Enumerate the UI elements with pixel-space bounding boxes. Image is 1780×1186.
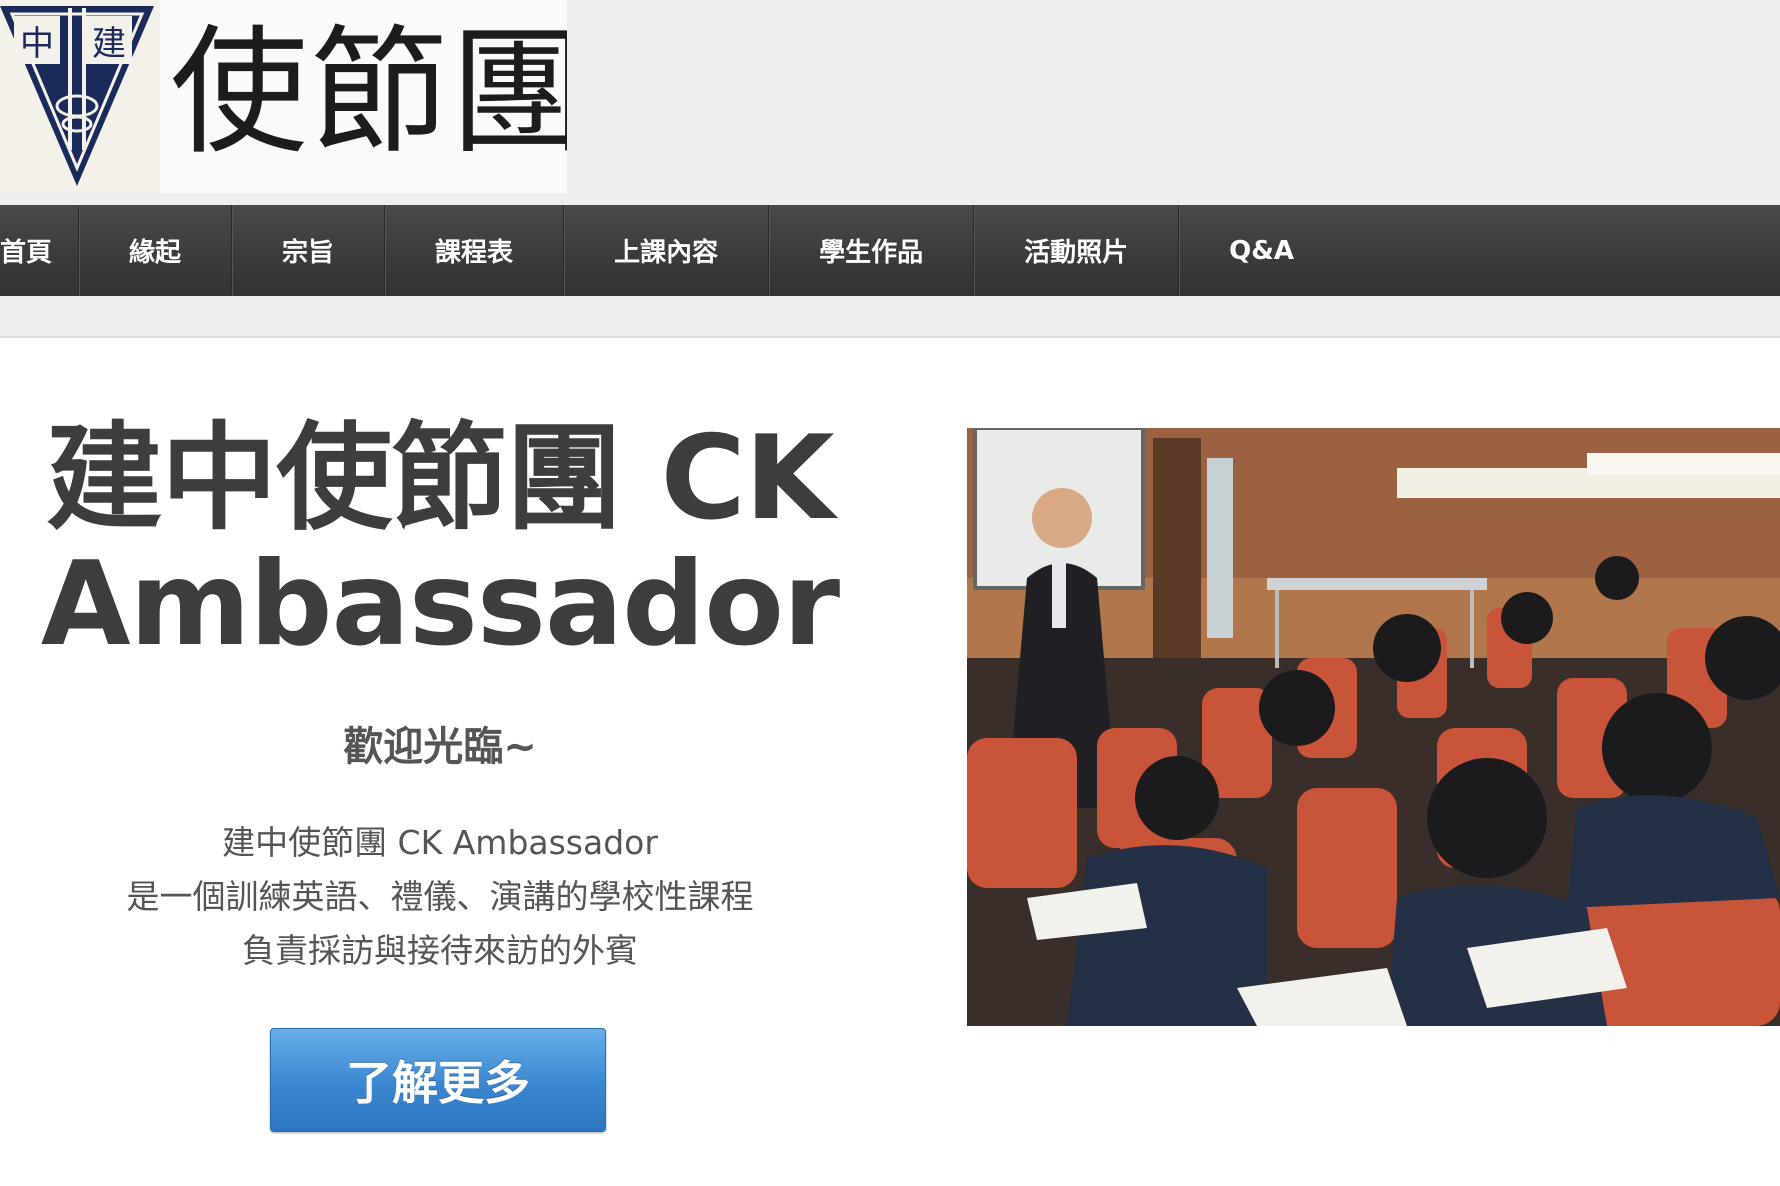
hero-title-line1: 建中使節團 CK [46, 411, 834, 546]
hero-desc-line1: 建中使節團 CK Ambassador [222, 823, 658, 862]
main-nav: 首頁 緣起 宗旨 課程表 上課內容 學生作品 活動照片 Q&A [0, 205, 1780, 296]
nav-item-origin[interactable]: 緣起 [79, 205, 233, 296]
classroom-photo [967, 428, 1780, 1026]
hero-desc-line2: 是一個訓練英語、禮儀、演講的學校性課程 [126, 877, 754, 916]
site-logo[interactable]: 中 建 使節團 [0, 0, 567, 193]
logo-title: 使節團 [170, 12, 567, 173]
school-emblem-icon: 中 建 [0, 0, 160, 193]
emblem-char-right: 建 [92, 24, 126, 64]
learn-more-button[interactable]: 了解更多 [270, 1028, 606, 1132]
nav-item-photos[interactable]: 活動照片 [974, 205, 1180, 296]
nav-item-qa[interactable]: Q&A [1179, 205, 1344, 296]
hero-desc-line3: 負責採訪與接待來訪的外賓 [242, 931, 638, 970]
hero-title-line2: Ambassador [40, 537, 840, 672]
nav-item-student-works[interactable]: 學生作品 [769, 205, 975, 296]
hero-section: 建中使節團 CK Ambassador 歡迎光臨~ 建中使節團 CK Ambas… [0, 338, 1780, 1186]
hero-title: 建中使節團 CK Ambassador [0, 416, 880, 668]
hero-text: 建中使節團 CK Ambassador 歡迎光臨~ 建中使節團 CK Ambas… [0, 338, 880, 978]
nav-item-home[interactable]: 首頁 [0, 205, 80, 296]
nav-item-schedule[interactable]: 課程表 [385, 205, 565, 296]
site-header: 中 建 使節團 [0, 0, 1780, 205]
hero-description: 建中使節團 CK Ambassador 是一個訓練英語、禮儀、演講的學校性課程 … [0, 816, 880, 978]
nav-item-course-content[interactable]: 上課內容 [564, 205, 770, 296]
nav-item-purpose[interactable]: 宗旨 [232, 205, 386, 296]
nav-divider [0, 296, 1780, 338]
emblem-char-left: 中 [20, 24, 54, 64]
hero-subtitle: 歡迎光臨~ [343, 724, 537, 770]
